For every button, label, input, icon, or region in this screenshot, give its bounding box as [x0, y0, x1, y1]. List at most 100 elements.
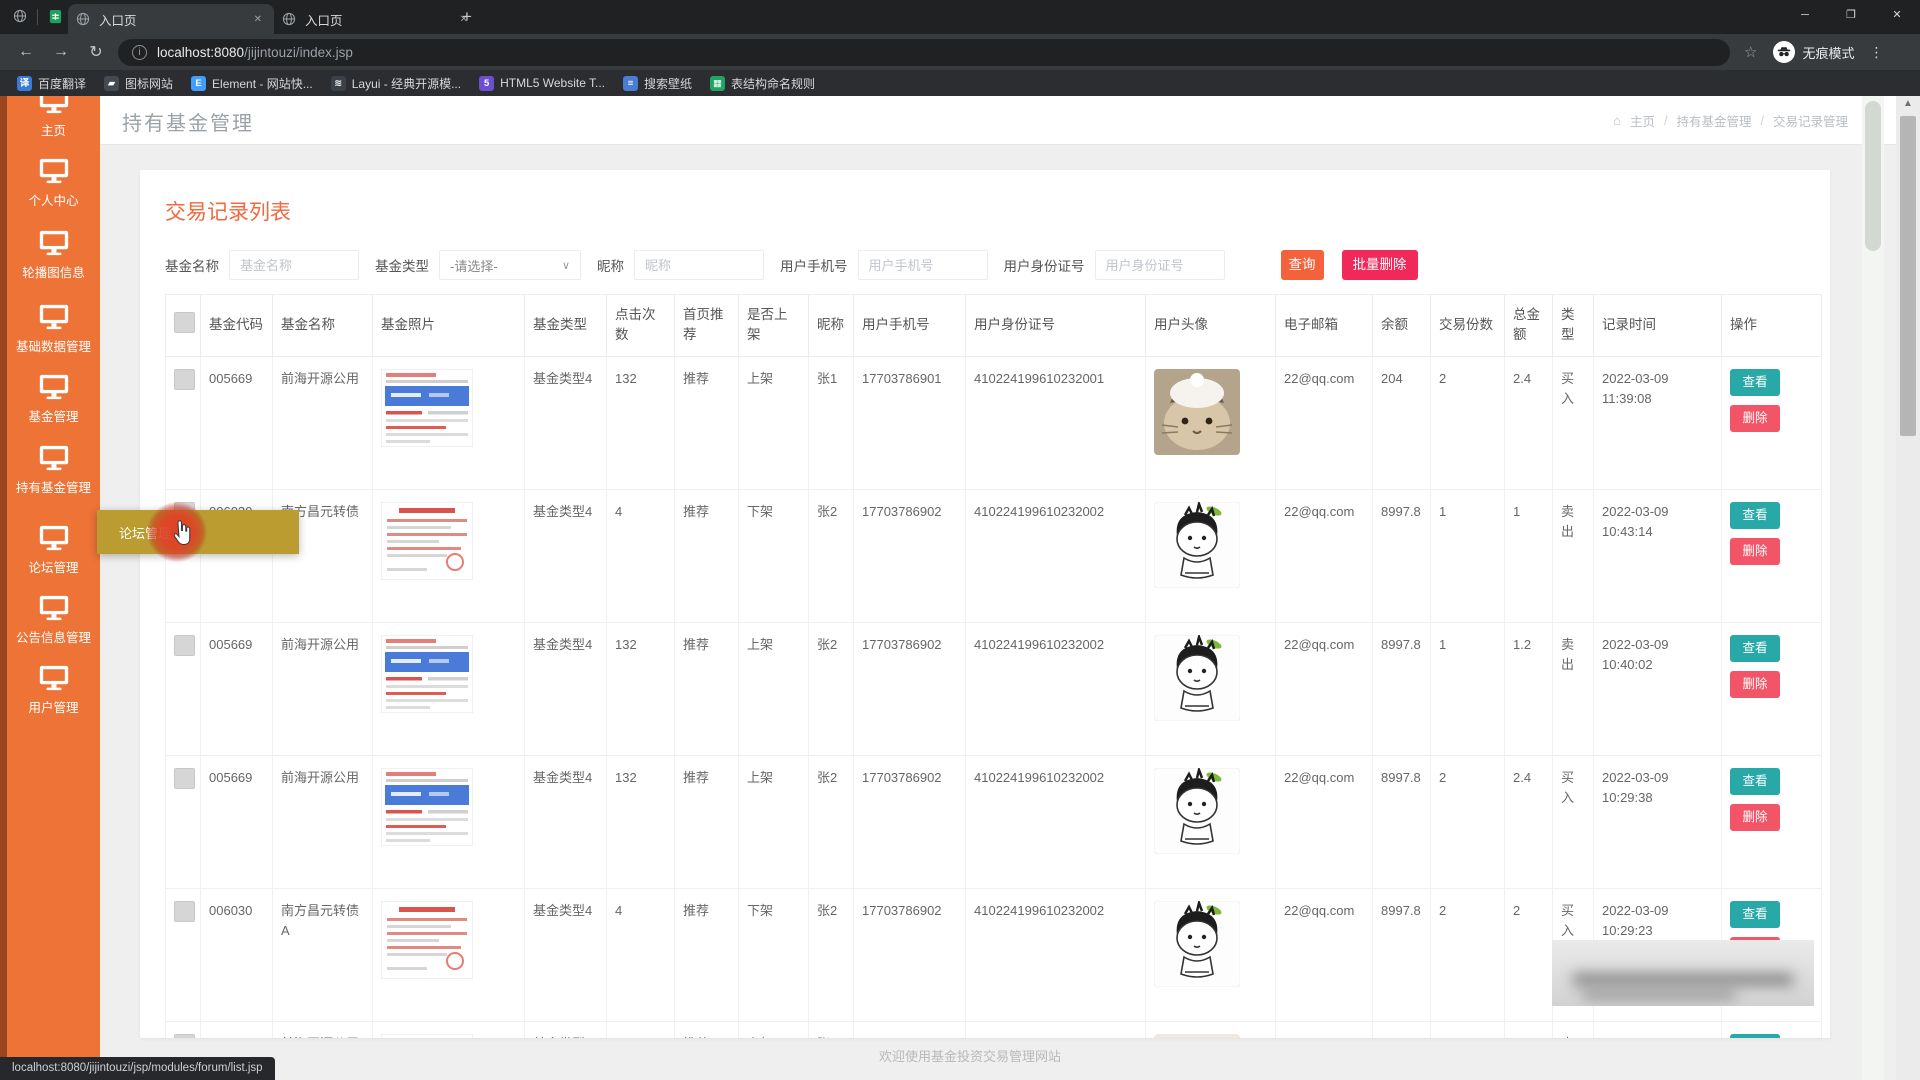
- select-all-checkbox[interactable]: [174, 312, 195, 333]
- table-body: 005669前海开源公用基金类型4132推荐上架张117703786901410…: [166, 356, 1822, 1038]
- cell-phone: 17703786902: [854, 755, 966, 888]
- header-row: 基金代码基金名称基金照片基金类型点击次数首页推荐是否上架昵称用户手机号用户身份证…: [166, 295, 1822, 357]
- cell-balance: 8997.8: [1373, 622, 1431, 755]
- breadcrumb-item[interactable]: 持有基金管理: [1676, 111, 1751, 130]
- sidebar-item-8[interactable]: 公告信息管理: [7, 595, 100, 659]
- tab-close-icon[interactable]: ✕: [250, 11, 266, 28]
- header-photo: 基金照片: [373, 295, 525, 357]
- content-scrollbar-thumb[interactable]: [1865, 101, 1881, 251]
- sidebar-item-9[interactable]: 用户管理: [7, 665, 100, 729]
- row-checkbox[interactable]: [174, 635, 195, 656]
- address-bar[interactable]: i localhost:8080 /jijintouzi/index.jsp: [118, 39, 1730, 66]
- cell-total: 1: [1505, 489, 1553, 622]
- cell-recommend: 推荐: [675, 1021, 739, 1038]
- filter-input[interactable]: [634, 250, 764, 280]
- fund-type-select[interactable]: -请选择-∨: [439, 250, 581, 280]
- records-table: 基金代码基金名称基金照片基金类型点击次数首页推荐是否上架昵称用户手机号用户身份证…: [165, 294, 1822, 1038]
- sidebar-scrollbar[interactable]: [0, 96, 7, 1080]
- content-scrollbar[interactable]: [1862, 96, 1884, 1080]
- view-button[interactable]: 查看: [1730, 901, 1780, 928]
- boy-avatar: [1154, 901, 1267, 987]
- minimize-window-button[interactable]: ─: [1782, 0, 1828, 30]
- cell-type: 基金类型4: [525, 489, 607, 622]
- view-button[interactable]: 查看: [1730, 502, 1780, 529]
- pinned-tab-sheets-icon[interactable]: [48, 9, 64, 25]
- sidebar-item-1[interactable]: 主页: [7, 96, 100, 152]
- cell-shares: 2: [1431, 755, 1505, 888]
- cell-shares: 1: [1431, 489, 1505, 622]
- bookmark-favicon: 译: [17, 76, 32, 91]
- cell-idcard: 410224199610232001: [966, 356, 1146, 489]
- cell-trade: 卖出: [1553, 1021, 1594, 1038]
- view-button[interactable]: 查看: [1730, 1034, 1780, 1039]
- browser-scrollbar[interactable]: ▲: [1896, 96, 1920, 1080]
- cell-clicks: 132: [607, 356, 675, 489]
- cell-balance: 204: [1373, 356, 1431, 489]
- cell-email: 22@qq.com: [1276, 489, 1373, 622]
- cell-nick: 张2: [809, 888, 854, 1021]
- cell-check: [166, 888, 201, 1021]
- cell-phone: 17703786901: [854, 356, 966, 489]
- sidebar-flyout-forum[interactable]: 论坛管理: [97, 510, 299, 554]
- filter-input[interactable]: [229, 250, 359, 280]
- browser-tab[interactable]: 入口页✕: [68, 4, 274, 34]
- header-code: 基金代码: [201, 295, 273, 357]
- breadcrumb-item[interactable]: 主页: [1630, 111, 1655, 130]
- delete-button[interactable]: 删除: [1730, 405, 1780, 432]
- forward-button[interactable]: →: [52, 43, 70, 61]
- delete-button[interactable]: 删除: [1730, 671, 1780, 698]
- sidebar-item-4[interactable]: 基础数据管理: [7, 304, 100, 368]
- new-tab-button[interactable]: +: [455, 7, 479, 27]
- browser-tab[interactable]: 入口页✕: [274, 4, 480, 34]
- cell-code: 005669: [201, 1021, 273, 1038]
- row-checkbox[interactable]: [174, 901, 195, 922]
- filter-input[interactable]: [858, 250, 988, 280]
- sidebar-item-3[interactable]: 轮播图信息: [7, 230, 100, 294]
- cell-balance: 8997.8: [1373, 755, 1431, 888]
- back-button[interactable]: ←: [17, 43, 35, 61]
- row-checkbox[interactable]: [174, 1034, 195, 1039]
- browser-menu-icon[interactable]: ⋮: [1869, 44, 1883, 61]
- cell-name: 前海开源公用: [273, 1021, 373, 1038]
- bookmark-label: HTML5 Website T...: [500, 76, 605, 90]
- bookmark-item[interactable]: 译百度翻译: [8, 73, 95, 93]
- cell-code: 005669: [201, 356, 273, 489]
- bookmark-item[interactable]: ≋Layui - 经典开源模...: [322, 73, 470, 93]
- bookmark-item[interactable]: ▰图标网站: [95, 73, 182, 93]
- bookmarks-bar: 译百度翻译▰图标网站EElement - 网站快...≋Layui - 经典开源…: [0, 70, 1920, 96]
- cell-nick: 张2: [809, 489, 854, 622]
- browser-scrollbar-thumb[interactable]: [1900, 116, 1916, 436]
- search-button[interactable]: 查询: [1281, 250, 1324, 280]
- row-checkbox[interactable]: [174, 768, 195, 789]
- delete-button[interactable]: 删除: [1730, 804, 1780, 831]
- bookmark-item[interactable]: EElement - 网站快...: [182, 73, 322, 93]
- sidebar-item-6[interactable]: 持有基金管理: [7, 445, 100, 509]
- close-window-button[interactable]: ✕: [1874, 0, 1920, 30]
- sidebar-item-2[interactable]: 个人中心: [7, 158, 100, 222]
- incognito-indicator: 无痕模式: [1773, 41, 1854, 63]
- fund-photo: [381, 369, 516, 447]
- filter-input[interactable]: [1095, 250, 1225, 280]
- sidebar-item-7[interactable]: 论坛管理: [7, 525, 100, 589]
- view-button[interactable]: 查看: [1730, 635, 1780, 662]
- cell-time: 2022-03-09 10:43:14: [1594, 489, 1722, 622]
- view-button[interactable]: 查看: [1730, 369, 1780, 396]
- cell-shelf: 下架: [739, 489, 809, 622]
- bookmark-item[interactable]: ▦表结构命名规则: [701, 73, 824, 93]
- page-info-icon[interactable]: i: [132, 45, 147, 60]
- row-checkbox[interactable]: [174, 369, 195, 390]
- reload-button[interactable]: ↻: [87, 42, 105, 62]
- bookmark-item[interactable]: ≡搜索壁纸: [614, 73, 701, 93]
- panel-title: 交易记录列表: [165, 196, 1830, 226]
- scrollbar-up-arrow-icon[interactable]: ▲: [1896, 98, 1920, 109]
- cell-trade: 卖出: [1553, 622, 1594, 755]
- bookmark-item[interactable]: 5 HTML5 Website T...: [470, 73, 614, 93]
- sidebar-item-5[interactable]: 基金管理: [7, 374, 100, 438]
- batch-delete-button[interactable]: 批量删除: [1342, 250, 1418, 280]
- bookmark-star-icon[interactable]: ☆: [1744, 43, 1757, 61]
- view-button[interactable]: 查看: [1730, 768, 1780, 795]
- tab-strip: 入口页✕入口页✕ + ─❐✕: [0, 0, 1920, 34]
- delete-button[interactable]: 删除: [1730, 538, 1780, 565]
- restore-window-button[interactable]: ❐: [1828, 0, 1874, 30]
- bookmark-favicon: 5: [479, 76, 494, 91]
